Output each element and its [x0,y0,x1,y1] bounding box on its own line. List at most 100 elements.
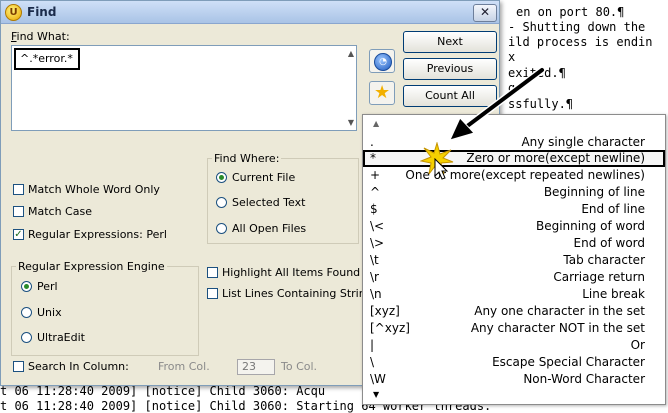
highlight-all-label[interactable]: Highlight All Items Found [222,266,360,279]
list-item[interactable]: | Or [363,337,665,354]
unix-label[interactable]: Unix [37,306,62,319]
list-item[interactable]: [xyz] Any one character in the set [363,303,665,320]
checkbox-highlight-all[interactable] [207,267,218,278]
radio-ultraedit[interactable] [21,332,32,343]
regex-symbol: . [370,135,374,149]
regex-description: End of line [581,202,645,216]
app-icon: U [5,4,22,21]
editor-line: - Shutting down the [508,20,646,34]
regex-builder-button[interactable]: ◔ [369,49,395,73]
checkbox-list-lines[interactable] [207,288,218,299]
title-bar[interactable]: U Find ✕ [1,1,499,24]
regex-symbol: | [370,338,375,352]
checkbox-match-whole-word[interactable] [13,184,24,195]
regex-description: Any single character [521,135,645,149]
list-item[interactable]: \ Escape Special Character [363,354,665,371]
regex-symbol: \t [370,253,379,267]
regex-symbol: \W [370,372,386,386]
ultraedit-label[interactable]: UltraEdit [37,331,85,344]
regex-description: Non-Word Character [523,372,645,386]
find-what-label-text: ind What: [16,30,70,43]
list-item-selected[interactable]: * Zero or more(except newline) [363,150,665,167]
editor-line: en on port 80.¶ [516,5,625,19]
perl-label[interactable]: Perl [37,280,58,293]
list-item[interactable]: \n Line break [363,286,665,303]
checkbox-search-in-column[interactable] [13,361,24,372]
regex-symbol: \> [370,236,385,250]
mouse-cursor-icon [434,158,449,180]
editor-line: ssfully.¶ [508,97,574,111]
find-what-value[interactable]: ^.*error.* [14,48,80,70]
regex-description: Tab character [563,253,645,267]
list-item[interactable]: + One or more(except repeated newlines) [363,167,665,184]
list-item[interactable]: \< Beginning of word [363,218,665,235]
regex-symbol: \ [370,355,375,369]
clock-icon: ◔ [374,53,392,71]
list-item[interactable]: $ End of line [363,201,665,218]
checkbox-match-case[interactable] [13,206,24,217]
popup-scroll-up-icon[interactable]: ▲ [373,119,379,128]
regex-symbol: * [370,151,376,165]
from-col-input[interactable]: 23 [237,359,275,375]
find-what-textarea[interactable]: ^.*error.* ▲ ▼ [11,45,357,131]
find-where-legend: Find Where: [214,152,280,165]
current-file-label[interactable]: Current File [232,171,295,184]
regex-engine-legend: Regular Expression Engine [18,260,165,273]
editor-line: g [508,81,516,95]
regex-description: Or [630,338,645,352]
editor-line: x [508,50,516,64]
from-col-label: From Col. [158,360,210,373]
regex-description: Any one character in the set [474,304,645,318]
list-item[interactable]: \t Tab character [363,252,665,269]
regex-description: Beginning of word [535,219,645,233]
regex-description: Beginning of line [543,185,645,199]
radio-selected-text[interactable] [216,197,227,208]
regex-symbol: [^xyz] [370,321,410,335]
list-item[interactable]: \r Carriage return [363,269,665,286]
match-whole-word-label[interactable]: Match Whole Word Only [28,183,160,196]
next-button[interactable]: Next [403,31,497,53]
list-item[interactable]: \> End of word [363,235,665,252]
regex-symbol: + [370,168,381,182]
list-item[interactable]: \W Non-Word Character [363,371,665,388]
regular-expressions-label[interactable]: Regular Expressions: Perl [28,228,167,241]
dialog-title: Find [27,5,57,19]
regex-symbol: ^ [370,185,381,199]
regex-description: Any character NOT in the set [470,321,645,335]
count-all-button[interactable]: Count All [403,85,497,107]
regex-description: End of word [573,236,646,250]
list-item[interactable]: . Any single character [363,134,665,151]
search-in-column-label[interactable]: Search In Column: [28,360,129,373]
list-item[interactable]: [^xyz] Any character NOT in the set [363,320,665,337]
scroll-down-icon[interactable]: ▼ [348,118,354,127]
radio-unix[interactable] [21,307,32,318]
favorites-button[interactable]: ★ [369,81,395,105]
regex-description: Carriage return [553,270,645,284]
regex-description: Escape Special Character [492,355,645,369]
checkbox-regular-expressions[interactable]: ✓ [13,229,24,240]
close-button[interactable]: ✕ [473,4,497,22]
radio-all-open-files[interactable] [216,223,227,234]
radio-current-file[interactable] [216,172,227,183]
editor-line: exited.¶ [508,66,566,80]
list-item[interactable]: ^ Beginning of line [363,184,665,201]
previous-button[interactable]: Previous [403,58,497,80]
scroll-up-icon[interactable]: ▲ [348,49,354,58]
regex-description: Line break [582,287,645,301]
regex-symbol: \n [370,287,382,301]
regex-symbol: \< [370,219,385,233]
all-open-files-label[interactable]: All Open Files [232,222,306,235]
star-icon: ★ [374,82,391,103]
popup-scroll-down-icon[interactable]: ▼ [373,390,379,399]
radio-perl[interactable] [21,281,32,292]
regex-popup-list[interactable]: ▲ . Any single character * Zero or more(… [362,114,666,405]
regex-symbol: [xyz] [370,304,400,318]
editor-line: ild process is endin [508,35,653,49]
regex-description: Zero or more(except newline) [466,151,645,165]
regex-symbol: \r [370,270,379,284]
to-col-label: To Col. [281,360,318,373]
list-lines-label[interactable]: List Lines Containing String [222,287,373,300]
find-what-label: Find What: [11,30,70,43]
selected-text-label[interactable]: Selected Text [232,196,305,209]
match-case-label[interactable]: Match Case [28,205,92,218]
